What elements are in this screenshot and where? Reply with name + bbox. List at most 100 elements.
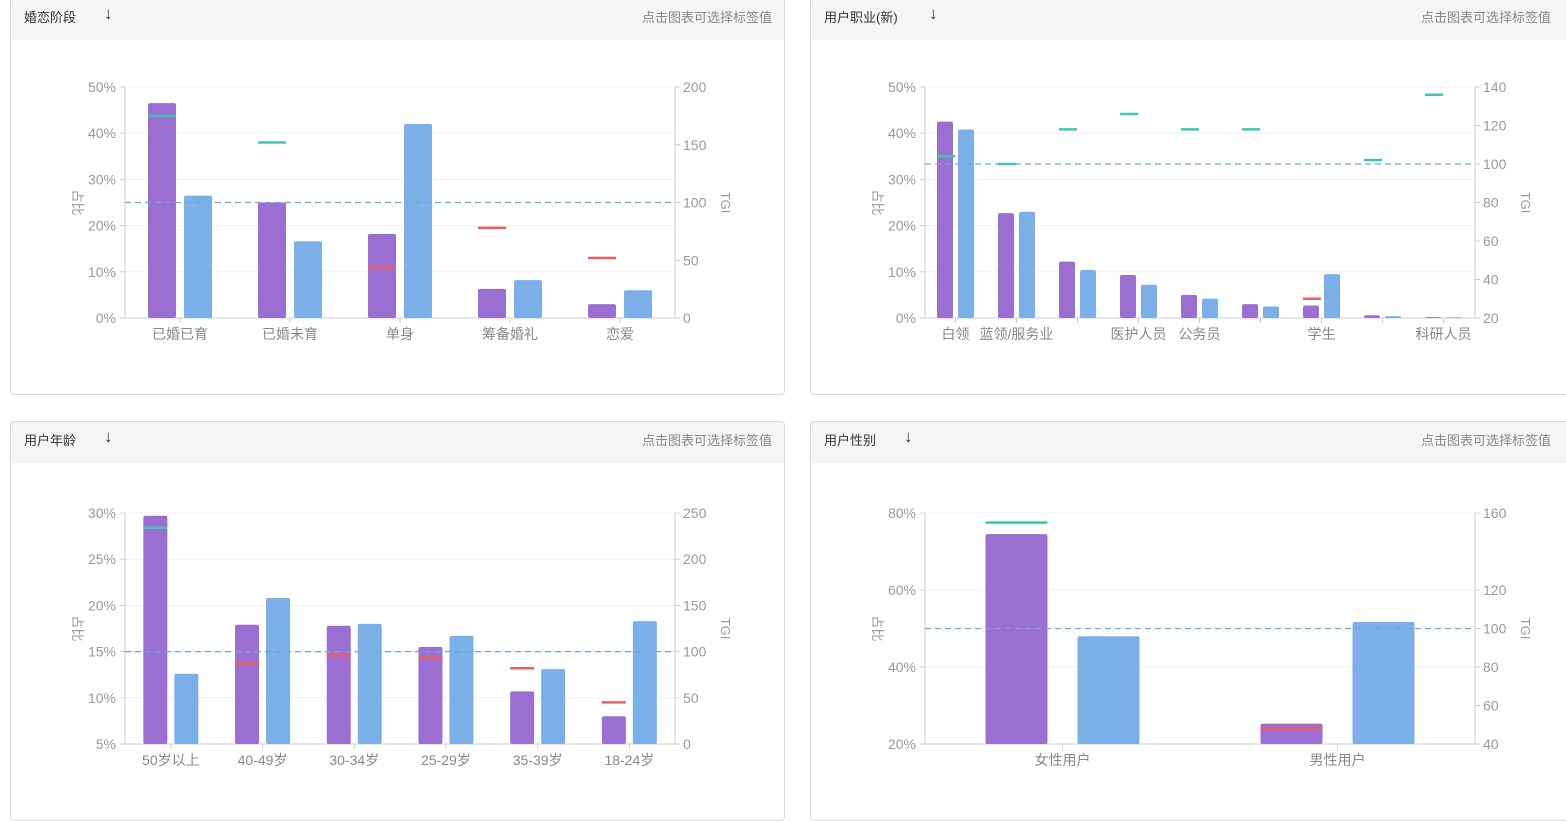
bar-target bbox=[1260, 723, 1323, 744]
bar-baseline bbox=[1141, 284, 1157, 318]
y2-axis-title: TGI bbox=[718, 192, 733, 214]
category-label: 白领 bbox=[942, 326, 970, 342]
category-label: 筹备婚礼 bbox=[482, 326, 538, 342]
category-label: 蓝领/服务业 bbox=[980, 326, 1054, 342]
arrow-down-icon[interactable]: ↓ bbox=[904, 427, 913, 447]
y2-axis-title: TGI bbox=[1518, 192, 1533, 214]
panel-header: 用户年龄 ↓ 点击图表可选择标签值 bbox=[11, 422, 784, 463]
bar-target bbox=[258, 202, 286, 318]
y2-tick-label: 0 bbox=[683, 310, 691, 326]
y2-tick-label: 40 bbox=[1483, 736, 1499, 752]
y-axis-title: 占比 bbox=[870, 615, 885, 641]
chart-occupation[interactable]: 0% 10% 20% 30% 40% 50% 20 40 60 80 100 120 140 占比 TGI 白… bbox=[811, 40, 1566, 395]
y-tick-label: 20% bbox=[88, 597, 116, 613]
y-tick-label: 40% bbox=[88, 125, 116, 141]
y2-tick-label: 120 bbox=[1483, 582, 1507, 598]
arrow-down-icon[interactable]: ↓ bbox=[104, 4, 113, 24]
panel-age: 用户年龄 ↓ 点击图表可选择标签值 5% 10% 15% 20% 25% 30% 0 50 10… bbox=[10, 421, 785, 821]
category-label: 单身 bbox=[386, 326, 414, 342]
bar-baseline bbox=[1385, 316, 1401, 318]
y-tick-label: 50% bbox=[88, 79, 116, 95]
bar-target bbox=[1364, 315, 1380, 318]
category-label: 恋爱 bbox=[606, 326, 634, 342]
bar-baseline bbox=[1352, 621, 1415, 744]
y-axis-title: 占比 bbox=[70, 189, 85, 215]
y2-tick-label: 100 bbox=[1483, 156, 1507, 172]
bar-baseline bbox=[1324, 274, 1340, 318]
bar-target bbox=[1181, 294, 1197, 318]
bar-target bbox=[326, 625, 351, 744]
y-tick-label: 20% bbox=[888, 218, 916, 234]
bar-target bbox=[418, 646, 443, 744]
panel-marital: 婚恋阶段 ↓ 点击图表可选择标签值 0% 10% 20% 30% 40% 50% 0 50 10… bbox=[10, 0, 785, 395]
bar-baseline bbox=[1263, 306, 1279, 318]
y-tick-label: 20% bbox=[888, 736, 916, 752]
y-tick-label: 5% bbox=[96, 736, 116, 752]
panel-gender: 用户性别 ↓ 点击图表可选择标签值 20% 40% 60% 80% 40 60 80 100 1… bbox=[810, 421, 1566, 821]
bar-target bbox=[510, 691, 535, 744]
category-label: 已婚未育 bbox=[262, 326, 318, 342]
select-tag-hint[interactable]: 点击图表可选择标签值 bbox=[642, 430, 772, 449]
y-tick-label: 10% bbox=[888, 264, 916, 280]
bar-baseline bbox=[404, 123, 432, 319]
y-axis-title: 占比 bbox=[870, 189, 885, 215]
y-tick-label: 30% bbox=[88, 171, 116, 187]
y-tick-label: 25% bbox=[88, 551, 116, 567]
bar-baseline bbox=[541, 669, 566, 744]
bar-target bbox=[1242, 304, 1258, 318]
y2-tick-label: 120 bbox=[1483, 118, 1507, 134]
panel-title: 婚恋阶段 bbox=[24, 10, 77, 25]
bar-target bbox=[1120, 275, 1136, 318]
y2-tick-label: 160 bbox=[1483, 505, 1507, 521]
bar-target bbox=[368, 233, 396, 318]
category-label: 已婚已育 bbox=[152, 326, 208, 342]
y-tick-label: 10% bbox=[88, 690, 116, 706]
y2-tick-label: 100 bbox=[683, 195, 707, 211]
arrow-down-icon[interactable]: ↓ bbox=[104, 427, 113, 447]
bar-baseline bbox=[1446, 317, 1462, 318]
arrow-down-icon[interactable]: ↓ bbox=[929, 4, 938, 24]
category-label: 女性用户 bbox=[1035, 752, 1091, 768]
panel-title: 用户性别 bbox=[824, 433, 877, 448]
category-label: 学生 bbox=[1308, 326, 1336, 342]
y-tick-label: 40% bbox=[888, 125, 916, 141]
bar-target bbox=[937, 121, 953, 319]
bar-target bbox=[1303, 305, 1319, 318]
y2-tick-label: 200 bbox=[683, 79, 707, 95]
bar-baseline bbox=[624, 290, 652, 318]
y2-tick-label: 140 bbox=[1483, 79, 1507, 95]
y-tick-label: 40% bbox=[888, 659, 916, 675]
bar-target bbox=[985, 534, 1048, 744]
y-tick-label: 10% bbox=[88, 264, 116, 280]
bar-baseline bbox=[514, 280, 542, 318]
y-tick-label: 0% bbox=[896, 310, 916, 326]
category-label: 18-24岁 bbox=[604, 752, 654, 768]
panel-title: 用户职业(新) bbox=[824, 10, 898, 25]
y2-tick-label: 250 bbox=[683, 505, 707, 521]
panel-occupation: 用户职业(新) ↓ 点击图表可选择标签值 0% 10% 20% 30% 40% 50% 20… bbox=[810, 0, 1566, 395]
bar-baseline bbox=[1077, 636, 1140, 744]
select-tag-hint[interactable]: 点击图表可选择标签值 bbox=[1421, 7, 1551, 26]
chart-gender[interactable]: 20% 40% 60% 80% 40 60 80 100 120 160 占比 TGI 女性用户 男性用户 bbox=[811, 463, 1566, 821]
y-tick-label: 30% bbox=[888, 171, 916, 187]
y2-tick-label: 100 bbox=[683, 644, 707, 660]
bar-target bbox=[1059, 261, 1075, 318]
bar-baseline bbox=[294, 241, 322, 318]
bar-target bbox=[998, 213, 1014, 318]
select-tag-hint[interactable]: 点击图表可选择标签值 bbox=[642, 7, 772, 26]
chart-marital[interactable]: 0% 10% 20% 30% 40% 50% 0 50 100 150 200 占比 TGI 已婚已育 已婚… bbox=[11, 40, 785, 395]
select-tag-hint[interactable]: 点击图表可选择标签值 bbox=[1421, 430, 1551, 449]
panel-header: 婚恋阶段 ↓ 点击图表可选择标签值 bbox=[11, 0, 784, 40]
bar-target bbox=[235, 624, 260, 744]
y-tick-label: 0% bbox=[96, 310, 116, 326]
y-tick-label: 80% bbox=[888, 505, 916, 521]
bar-target bbox=[143, 515, 168, 744]
y2-tick-label: 100 bbox=[1483, 621, 1507, 637]
y-tick-label: 20% bbox=[88, 218, 116, 234]
bar-baseline bbox=[266, 598, 291, 744]
y2-tick-label: 50 bbox=[683, 252, 699, 268]
y-tick-label: 50% bbox=[888, 79, 916, 95]
y2-tick-label: 60 bbox=[1483, 233, 1499, 249]
chart-age[interactable]: 5% 10% 15% 20% 25% 30% 0 50 100 150 200 250 占比 TGI 50岁… bbox=[11, 463, 785, 821]
bar-target bbox=[601, 716, 626, 744]
